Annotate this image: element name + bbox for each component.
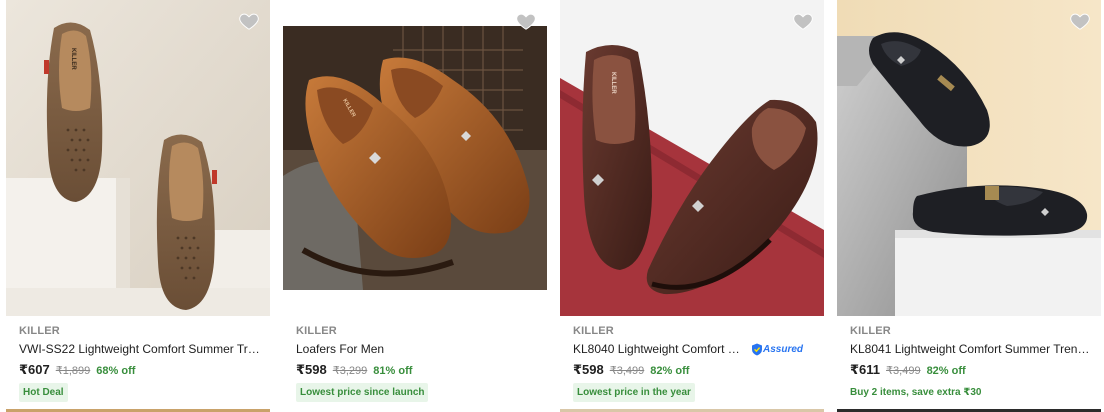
product-title[interactable]: KL8040 Lightweight Comfort Summer Trendy… <box>573 341 747 357</box>
selling-price: ₹611 <box>850 362 881 377</box>
title-row: KL8040 Lightweight Comfort Summer Trendy… <box>573 341 817 357</box>
shoe-brand-print: KILLER <box>70 48 76 70</box>
discount-label: 82% off <box>926 365 966 377</box>
wishlist-heart-icon[interactable] <box>238 10 260 32</box>
product-title[interactable]: KL8041 Lightweight Comfort Summer Trendy… <box>850 341 1094 357</box>
discount-label: 68% off <box>96 365 136 377</box>
product-image[interactable] <box>837 0 1101 316</box>
assured-label: Assured <box>763 343 804 355</box>
product-info: KILLER KL8041 Lightweight Comfort Summer… <box>850 324 1094 402</box>
original-price: ₹3,499 <box>609 365 645 377</box>
original-price: ₹1,899 <box>55 365 91 377</box>
product-grid: KILLER KILLER VWI-SS22 Lightweight Comfo… <box>6 0 1104 412</box>
product-card[interactable]: KILLER KILLER VWI-SS22 Lightweight Comfo… <box>6 0 270 412</box>
product-image[interactable]: KILLER <box>283 0 547 316</box>
product-card[interactable]: KILLER KL8041 Lightweight Comfort Summer… <box>837 0 1101 412</box>
product-card[interactable]: KILLER KILLER Loafers For Men ₹598 ₹3,29… <box>283 0 547 412</box>
selling-price: ₹598 <box>296 362 327 377</box>
offer-tag: Hot Deal <box>19 383 68 402</box>
assured-shield-icon <box>752 343 762 355</box>
discount-label: 82% off <box>650 365 690 377</box>
price-row: ₹611 ₹3,499 82% off <box>850 362 1094 378</box>
price-row: ₹598 ₹3,299 81% off <box>296 362 540 378</box>
original-price: ₹3,299 <box>332 365 368 377</box>
offer-tag: Lowest price since launch <box>296 383 429 402</box>
offer-tag: Lowest price in the year <box>573 383 695 402</box>
product-card[interactable]: KILLER KILLER KL8040 Lightweight Comfort… <box>560 0 824 412</box>
product-brand: KILLER <box>19 325 60 337</box>
price-row: ₹598 ₹3,499 82% off <box>573 362 817 378</box>
wishlist-heart-icon[interactable] <box>792 10 814 32</box>
discount-label: 81% off <box>373 365 413 377</box>
product-image[interactable]: KILLER <box>6 0 270 316</box>
selling-price: ₹598 <box>573 362 604 377</box>
product-title[interactable]: Loafers For Men <box>296 341 540 357</box>
product-brand: KILLER <box>296 325 337 337</box>
product-image[interactable]: KILLER <box>560 0 824 316</box>
shoe-brand-print: KILLER <box>610 72 616 94</box>
product-info: KILLER VWI-SS22 Lightweight Comfort Summ… <box>19 324 263 402</box>
original-price: ₹3,499 <box>886 365 921 377</box>
product-info: KILLER Loafers For Men ₹598 ₹3,299 81% o… <box>296 324 540 402</box>
offer-tag: Buy 2 items, save extra ₹30 <box>850 387 982 398</box>
wishlist-heart-icon[interactable] <box>1069 10 1091 32</box>
product-brand: KILLER <box>850 325 891 337</box>
product-title[interactable]: VWI-SS22 Lightweight Comfort Summer Tren… <box>19 341 263 357</box>
assured-badge: Assured <box>751 343 803 356</box>
selling-price: ₹607 <box>19 362 50 377</box>
product-brand: KILLER <box>573 325 614 337</box>
wishlist-heart-icon[interactable] <box>515 10 537 32</box>
price-row: ₹607 ₹1,899 68% off <box>19 362 263 378</box>
product-info: KILLER KL8040 Lightweight Comfort Summer… <box>573 324 817 402</box>
